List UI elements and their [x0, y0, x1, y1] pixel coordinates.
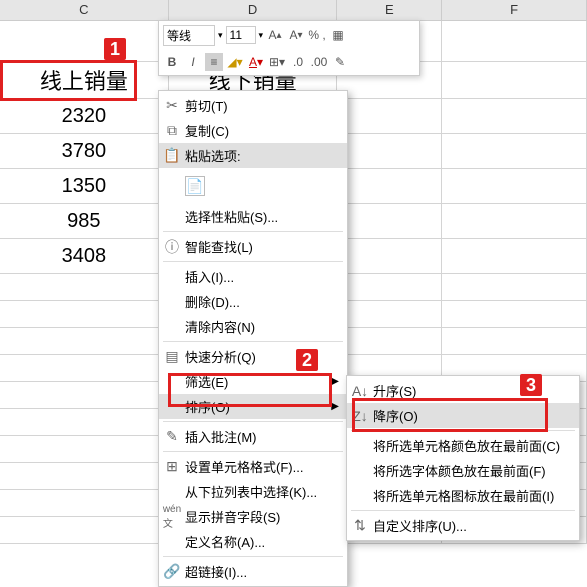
increase-font-icon[interactable]: A▴: [266, 26, 284, 44]
cell-data[interactable]: 2320: [0, 99, 169, 133]
ctx-insert-comment[interactable]: ✎插入批注(M): [159, 424, 347, 449]
font-size-select[interactable]: 11: [226, 26, 256, 44]
increase-decimal-icon[interactable]: .0: [289, 53, 307, 71]
borders-icon[interactable]: ⊞▾: [268, 53, 286, 71]
cell-data[interactable]: 1350: [0, 169, 169, 203]
annotation-badge-3: 3: [520, 374, 542, 396]
custom-sort-icon: ⇅: [351, 517, 369, 535]
mini-toolbar: 等线▾ 11▾ A▴ A▾ % , ▦ B I ≡ ◢▾ A▾ ⊞▾ .0 .0…: [158, 20, 420, 76]
ctx-clear[interactable]: 清除内容(N): [159, 314, 347, 339]
ctx-paste-value[interactable]: 📄: [159, 168, 347, 204]
annotation-badge-2: 2: [296, 349, 318, 371]
fill-color-icon[interactable]: ◢▾: [226, 53, 244, 71]
highlight-box-3: [352, 398, 548, 432]
sub-cell-color[interactable]: 将所选单元格颜色放在最前面(C): [347, 433, 579, 458]
pinyin-icon: wén文: [163, 508, 181, 526]
format-table-icon[interactable]: ▦: [329, 26, 347, 44]
analysis-icon: ▤: [163, 348, 181, 366]
ctx-smart-lookup[interactable]: ⓘ智能查找(L): [159, 234, 347, 259]
ctx-format-cells[interactable]: ⊞设置单元格格式(F)...: [159, 454, 347, 479]
context-menu: ✂剪切(T) ⧉复制(C) 📋粘贴选项: 📄 选择性粘贴(S)... ⓘ智能查找…: [158, 90, 348, 587]
ctx-pick-from-list[interactable]: 从下拉列表中选择(K)...: [159, 479, 347, 504]
cell-data[interactable]: 3408: [0, 239, 169, 273]
col-header-d[interactable]: D: [169, 0, 338, 20]
ctx-cut[interactable]: ✂剪切(T): [159, 93, 347, 118]
chevron-right-icon: ▶: [331, 401, 339, 412]
ctx-define-name[interactable]: 定义名称(A)...: [159, 529, 347, 554]
ctx-paste-options[interactable]: 📋粘贴选项:: [159, 143, 347, 168]
col-header-e[interactable]: E: [337, 0, 442, 20]
align-center-icon[interactable]: ≡: [205, 53, 223, 71]
cell-data[interactable]: 985: [0, 204, 169, 238]
ctx-delete[interactable]: 删除(D)...: [159, 289, 347, 314]
highlight-box-2: [168, 373, 332, 407]
font-name-select[interactable]: 等线: [163, 25, 215, 46]
cell-data[interactable]: 3780: [0, 134, 169, 168]
format-painter-icon[interactable]: ✎: [331, 53, 349, 71]
sub-cell-icon[interactable]: 将所选单元格图标放在最前面(I): [347, 483, 579, 508]
ctx-copy[interactable]: ⧉复制(C): [159, 118, 347, 143]
sort-asc-icon: A↓: [351, 382, 369, 400]
ctx-paste-special[interactable]: 选择性粘贴(S)...: [159, 204, 347, 229]
cut-icon: ✂: [163, 97, 181, 115]
decrease-font-icon[interactable]: A▾: [287, 26, 305, 44]
comment-icon: ✎: [163, 428, 181, 446]
ctx-insert[interactable]: 插入(I)...: [159, 264, 347, 289]
chevron-right-icon: ▶: [331, 376, 339, 387]
percent-icon[interactable]: % ,: [308, 26, 326, 44]
lookup-icon: ⓘ: [163, 238, 181, 256]
sub-custom[interactable]: ⇅自定义排序(U)...: [347, 513, 579, 538]
copy-icon: ⧉: [163, 122, 181, 140]
ctx-show-pinyin[interactable]: wén文显示拼音字段(S): [159, 504, 347, 529]
col-header-f[interactable]: F: [442, 0, 587, 20]
selection-highlight: [0, 60, 137, 101]
col-header-c[interactable]: C: [0, 0, 169, 20]
sub-font-color[interactable]: 将所选字体颜色放在最前面(F): [347, 458, 579, 483]
annotation-badge-1: 1: [104, 38, 126, 60]
ctx-hyperlink[interactable]: 🔗超链接(I)...: [159, 559, 347, 584]
bold-icon[interactable]: B: [163, 53, 181, 71]
ctx-quick-analysis[interactable]: ▤快速分析(Q): [159, 344, 347, 369]
paste-values-icon: 📄: [185, 176, 205, 196]
font-color-icon[interactable]: A▾: [247, 53, 265, 71]
paste-icon: 📋: [163, 147, 181, 165]
format-icon: ⊞: [163, 458, 181, 476]
decrease-decimal-icon[interactable]: .00: [310, 53, 328, 71]
italic-icon[interactable]: I: [184, 53, 202, 71]
